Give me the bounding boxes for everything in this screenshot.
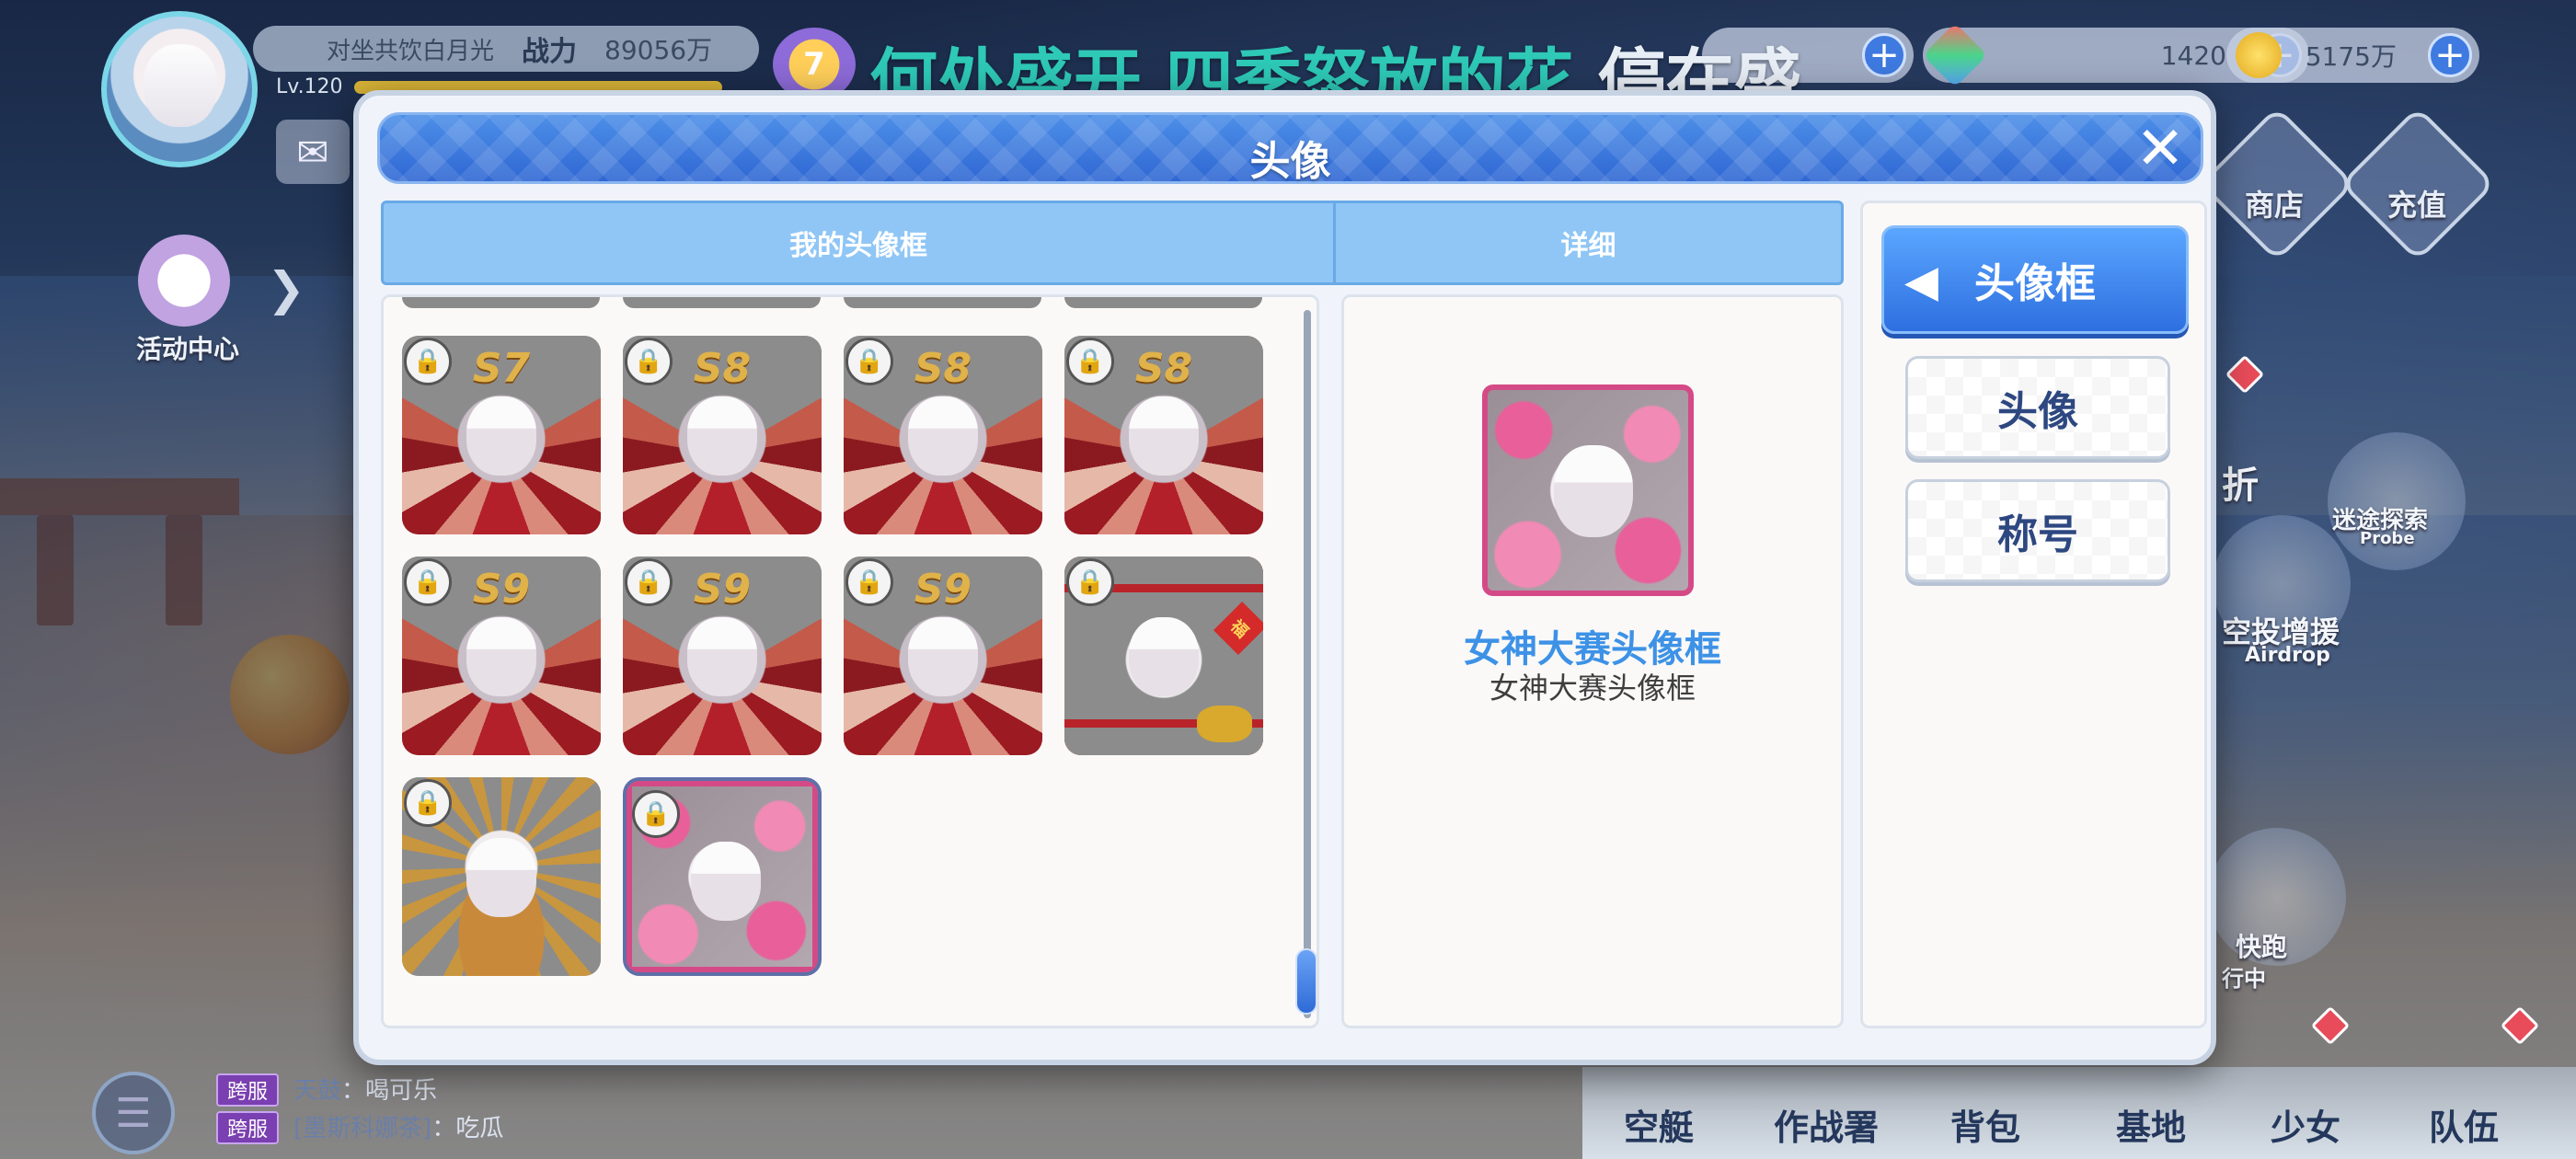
dialog-tabs: 我的头像框 详细 <box>381 201 1844 285</box>
nav-base[interactable]: 基地 <box>2116 1099 2186 1150</box>
character-portrait <box>687 396 757 476</box>
tab-label: 头像 <box>1997 388 2078 435</box>
gem-value: 1420 <box>2160 40 2226 71</box>
chat-text: ：喝可乐 <box>341 1077 438 1105</box>
activity-center-icon[interactable] <box>138 235 230 327</box>
quick-run-label: 快跑 <box>2236 932 2288 962</box>
tab-avatar[interactable]: 头像 <box>1905 356 2170 459</box>
chevron-right-icon[interactable]: ❯ <box>267 262 305 316</box>
detail-frame-preview <box>1482 384 1694 596</box>
avatar-frame-item[interactable]: S9 🔒 <box>402 557 601 755</box>
player-level: Lv.120 <box>276 75 343 98</box>
lock-icon: 🔒 <box>404 779 452 827</box>
avatar-frame-item[interactable]: 福 🔒 <box>1064 557 1263 755</box>
character-portrait <box>466 617 536 696</box>
dialog-header: 头像 ✕ <box>377 112 2203 185</box>
airdrop-sub-label: Airdrop <box>2245 644 2330 667</box>
tab-my-frames[interactable]: 我的头像框 <box>384 203 1336 282</box>
previous-row-edge <box>844 297 1041 308</box>
chat-channel-tag: 跨服 <box>216 1073 280 1107</box>
tab-label: 称号 <box>1997 511 2078 558</box>
character-portrait <box>908 396 978 476</box>
power-value: 89056万 <box>604 35 713 65</box>
character-portrait <box>691 842 761 921</box>
previous-row-edge <box>1064 297 1262 308</box>
avatar-frame-item[interactable]: S9 🔒 <box>623 557 822 755</box>
previous-row-edge <box>623 297 821 308</box>
character-portrait <box>1554 445 1633 537</box>
lock-icon: 🔒 <box>625 558 673 606</box>
bottom-nav-bar <box>1582 1067 2576 1159</box>
character-portrait <box>908 617 978 696</box>
tab-title[interactable]: 称号 <box>1905 479 2170 582</box>
avatar-frame-item[interactable]: S9 🔒 <box>844 557 1042 755</box>
nav-girls[interactable]: 少女 <box>2271 1099 2340 1150</box>
coin-counter: 5175万 + <box>2226 28 2479 83</box>
partial-label: 折 <box>2222 465 2259 507</box>
player-name: 对坐共饮白月光 <box>327 37 495 65</box>
recharge-label: 充值 <box>2387 188 2447 223</box>
coin-value: 5175万 <box>2305 41 2397 72</box>
category-panel: ◀ 头像框 头像 称号 <box>1860 201 2207 1028</box>
chat-icon[interactable]: ☰ <box>92 1072 175 1154</box>
chat-text: ：吃瓜 <box>431 1115 504 1142</box>
chat-message[interactable]: 跨服 [墨斯科娜茶]：吃瓜 <box>216 1109 503 1144</box>
player-info-bar[interactable]: 对坐共饮白月光 战力 89056万 <box>253 26 759 72</box>
avatar-dialog: 头像 ✕ 我的头像框 详细 S7 🔒 S8 🔒 S8 🔒 S8 🔒 S9 🔒 S… <box>353 90 2216 1065</box>
character-portrait <box>466 396 536 476</box>
lock-icon: 🔒 <box>404 558 452 606</box>
tab-label: 头像框 <box>1974 260 2096 307</box>
add-coins-button[interactable]: + <box>2428 33 2472 77</box>
mail-icon[interactable]: ✉ <box>276 120 350 184</box>
probe-sub-label: Probe <box>2360 529 2415 548</box>
quick-run-sub-label: 行中 <box>2222 966 2266 992</box>
lock-icon: 🔒 <box>1066 558 1114 606</box>
lock-icon: 🔒 <box>625 338 673 385</box>
frame-grid[interactable]: S7 🔒 S8 🔒 S8 🔒 S8 🔒 S9 🔒 S9 🔒 S9 🔒 福 🔒 🔒… <box>381 294 1319 1028</box>
character-portrait <box>1129 396 1199 476</box>
player-avatar[interactable] <box>101 11 258 167</box>
scrollbar-thumb[interactable] <box>1295 948 1317 1015</box>
avatar-face <box>144 44 217 127</box>
character-portrait <box>1129 617 1199 696</box>
avatar-frame-item-selected[interactable]: 🔒 <box>623 777 822 976</box>
gold-ingot-decoration <box>1197 706 1252 742</box>
tab-avatar-frame[interactable]: ◀ 头像框 <box>1881 225 2189 334</box>
lock-icon: 🔒 <box>845 338 893 385</box>
chat-channel-tag: 跨服 <box>216 1111 280 1144</box>
add-resource-button[interactable]: + <box>1862 33 1906 77</box>
character-portrait <box>687 617 757 696</box>
shop-label: 商店 <box>2245 188 2305 223</box>
chat-message[interactable]: 跨服 天鼓：喝可乐 <box>216 1072 437 1107</box>
scrollbar-track[interactable] <box>1304 310 1311 1018</box>
chat-sender: 天鼓 <box>293 1077 342 1105</box>
nav-operations[interactable]: 作战署 <box>1774 1099 1879 1150</box>
nav-team[interactable]: 队伍 <box>2429 1099 2499 1150</box>
nav-backpack[interactable]: 背包 <box>1950 1099 2020 1150</box>
avatar-frame-item[interactable]: S7 🔒 <box>402 336 601 534</box>
nav-airship[interactable]: 空艇 <box>1624 1099 1694 1150</box>
activity-center-label: 活动中心 <box>136 334 240 364</box>
avatar-frame-item[interactable]: S8 🔒 <box>623 336 822 534</box>
close-icon[interactable]: ✕ <box>2133 120 2188 178</box>
character-portrait <box>466 838 536 917</box>
dialog-title: 头像 <box>1249 138 1331 185</box>
coin-icon <box>2236 32 2282 78</box>
tab-details[interactable]: 详细 <box>1336 203 1841 282</box>
lock-icon: 🔒 <box>632 790 680 838</box>
detail-frame-description: 女神大赛头像框 <box>1489 671 1696 706</box>
avatar-frame-item[interactable]: S8 🔒 <box>844 336 1042 534</box>
lock-icon: 🔒 <box>845 558 893 606</box>
previous-row-edge <box>402 297 600 308</box>
chat-sender: [墨斯科娜茶] <box>293 1115 432 1142</box>
avatar-frame-item[interactable]: S8 🔒 <box>1064 336 1263 534</box>
lock-icon: 🔒 <box>404 338 452 385</box>
lock-icon: 🔒 <box>1066 338 1114 385</box>
caret-left-icon: ◀ <box>1904 256 1938 307</box>
power-label: 战力 <box>522 36 578 68</box>
avatar-frame-item[interactable]: 🔒 <box>402 777 601 976</box>
detail-panel: 女神大赛头像框 女神大赛头像框 <box>1341 294 1844 1028</box>
